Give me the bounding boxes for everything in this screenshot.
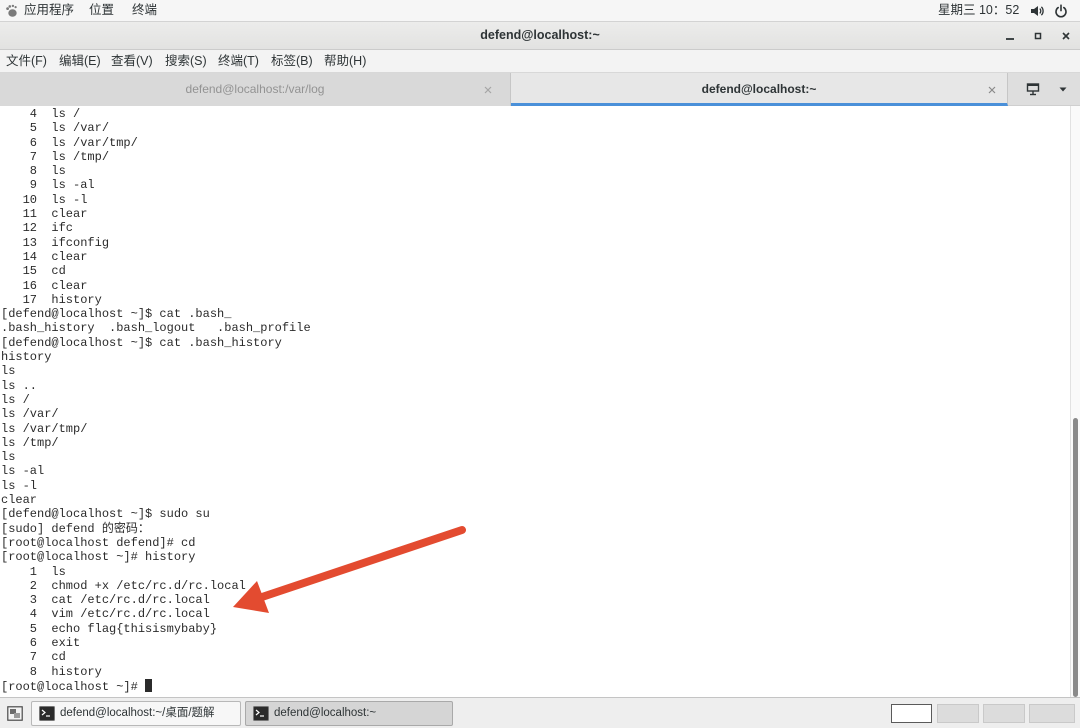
applications-menu[interactable]: 应用程序 <box>4 0 76 21</box>
task-label: defend@localhost:~/桌面/题解 <box>60 707 215 719</box>
tab-label: defend@localhost:~ <box>701 82 817 96</box>
tab-close-icon[interactable] <box>987 85 997 95</box>
menu-help[interactable]: 帮助(H) <box>324 50 366 72</box>
show-desktop-button[interactable] <box>6 704 24 722</box>
minimize-button[interactable] <box>1000 26 1020 46</box>
terminal-line: ls -al <box>1 464 45 479</box>
top-panel: 应用程序 位置 终端 星期三 10：52 <box>0 0 1080 22</box>
workspace-1[interactable] <box>891 704 932 723</box>
applications-label: 应用程序 <box>24 3 75 17</box>
close-button[interactable] <box>1056 26 1076 46</box>
tab-list-dropdown[interactable] <box>1052 73 1074 105</box>
shell-prompt: [root@localhost ~]# <box>1 679 146 694</box>
terminal-line: 4 vim /etc/rc.d/rc.local <box>1 607 210 622</box>
taskbar: defend@localhost:~/桌面/题解 defend@localhos… <box>0 697 1080 728</box>
terminal-line: 10 ls -l <box>1 192 88 207</box>
places-label: 位置 <box>89 3 115 17</box>
terminal-line: ls /var/ <box>1 407 59 422</box>
maximize-icon <box>1034 32 1042 40</box>
terminal-line: [defend@localhost ~]$ cat .bash_history <box>1 335 282 350</box>
new-tab-icon <box>1026 83 1040 96</box>
terminal-line: clear <box>1 493 38 508</box>
terminal-line: 4 ls / <box>1 107 81 121</box>
terminal-line: .bash_history .bash_logout .bash_profile <box>1 321 311 336</box>
menu-search[interactable]: 搜索(S) <box>165 50 207 72</box>
scrollbar-thumb[interactable] <box>1073 418 1078 697</box>
terminal-line: ls /var/tmp/ <box>1 421 88 436</box>
terminal-line: [defend@localhost ~]$ cat .bash_ <box>1 307 232 322</box>
tab-var-log[interactable]: defend@localhost:/var/log <box>0 73 511 106</box>
terminal-line: ls .. <box>1 378 38 393</box>
new-tab-button[interactable] <box>1018 73 1048 105</box>
tab-close-icon[interactable] <box>483 85 493 95</box>
minimize-icon <box>1006 38 1014 40</box>
menu-terminal[interactable]: 终端(T) <box>218 50 259 72</box>
terminal-line: 16 clear <box>1 278 88 293</box>
terminal-line: 7 ls /tmp/ <box>1 149 110 164</box>
terminal-line: history <box>1 350 52 365</box>
menu-bar: 文件(F) 编辑(E) 查看(V) 搜索(S) 终端(T) 标签(B) 帮助(H… <box>0 50 1080 73</box>
terminal-line: 14 clear <box>1 249 88 264</box>
terminal-line: [root@localhost ~]# history <box>1 550 196 565</box>
terminal-line: ls / <box>1 392 30 407</box>
terminal-line: [defend@localhost ~]$ sudo su <box>1 507 210 522</box>
active-app-menu[interactable]: 终端 <box>132 0 157 21</box>
task-button-solution-folder[interactable]: defend@localhost:~/桌面/题解 <box>31 701 241 726</box>
terminal-line: ls -l <box>1 478 38 493</box>
terminal-line: 9 ls -al <box>1 178 95 193</box>
task-label: defend@localhost:~ <box>274 707 377 719</box>
volume-icon[interactable] <box>1030 4 1044 18</box>
window-title-bar[interactable]: defend@localhost:~ <box>0 22 1080 50</box>
terminal-line: ls /tmp/ <box>1 435 59 450</box>
terminal-line: 17 history <box>1 292 102 307</box>
terminal-line: 15 cd <box>1 264 66 279</box>
terminal-line: 1 ls <box>1 564 66 579</box>
terminal-line: 8 history <box>1 664 102 679</box>
terminal-prompt-line[interactable]: [root@localhost ~]# <box>1 678 1070 694</box>
workspace-4[interactable] <box>1029 704 1075 723</box>
clock[interactable]: 星期三 10：52 <box>938 0 1019 21</box>
text-cursor <box>145 678 153 692</box>
terminal-line: 6 exit <box>1 635 81 650</box>
active-app-label: 终端 <box>132 3 158 17</box>
menu-tabs[interactable]: 标签(B) <box>271 50 313 72</box>
terminal-line: 13 ifconfig <box>1 235 110 250</box>
menu-view[interactable]: 查看(V) <box>111 50 153 72</box>
close-icon <box>1062 32 1070 40</box>
gnome-foot-icon <box>6 4 17 17</box>
terminal-line: 8 ls <box>1 164 66 179</box>
tab-list-dropdown-icon <box>1059 87 1067 92</box>
terminal-icon <box>253 706 269 721</box>
terminal-line: [sudo] defend 的密码： <box>1 521 150 536</box>
window-title: defend@localhost:~ <box>480 28 600 42</box>
tab-label: defend@localhost:/var/log <box>185 82 325 96</box>
terminal-line: 6 ls /var/tmp/ <box>1 135 138 150</box>
terminal-line: ls <box>1 450 16 465</box>
terminal-view[interactable]: 4 ls / 5 ls /var/ 6 ls /var/tmp/ 7 ls /t… <box>0 106 1070 697</box>
tab-bar: defend@localhost:/var/log defend@localho… <box>0 73 1080 106</box>
terminal-line: ls <box>1 364 16 379</box>
terminal-scrollbar[interactable] <box>1070 106 1080 697</box>
menu-edit[interactable]: 编辑(E) <box>59 50 101 72</box>
terminal-line: [root@localhost defend]# cd <box>1 535 196 550</box>
workspace-3[interactable] <box>983 704 1025 723</box>
terminal-line: 2 chmod +x /etc/rc.d/rc.local <box>1 578 246 593</box>
places-menu[interactable]: 位置 <box>89 0 114 21</box>
maximize-button[interactable] <box>1028 26 1048 46</box>
terminal-line: 12 ifc <box>1 221 74 236</box>
show-desktop-icon <box>7 705 23 721</box>
terminal-line: 5 ls /var/ <box>1 121 110 136</box>
menu-file[interactable]: 文件(F) <box>6 50 47 72</box>
terminal-line: 7 cd <box>1 650 66 665</box>
terminal-line: 11 clear <box>1 207 88 222</box>
terminal-icon <box>39 706 55 721</box>
task-button-terminal-home[interactable]: defend@localhost:~ <box>245 701 453 726</box>
terminal-line: 5 echo flag{thisismybaby} <box>1 621 218 636</box>
terminal-line: 3 cat /etc/rc.d/rc.local <box>1 593 210 608</box>
power-icon[interactable] <box>1054 4 1068 18</box>
workspace-2[interactable] <box>937 704 979 723</box>
tab-home[interactable]: defend@localhost:~ <box>511 73 1008 106</box>
